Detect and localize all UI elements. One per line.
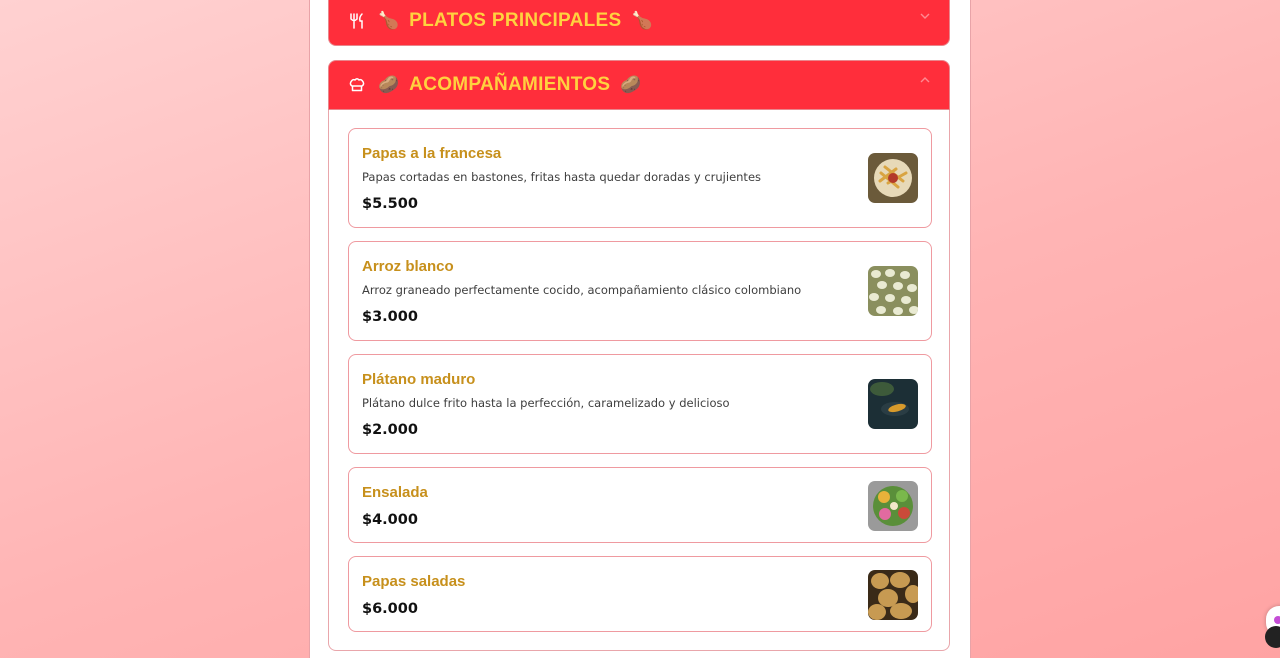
menu-item[interactable]: Ensalada $4.000 bbox=[348, 467, 932, 543]
section-body-acompanamientos: Papas a la francesa Papas cortadas en ba… bbox=[328, 110, 950, 651]
salted-potatoes-image bbox=[868, 570, 918, 620]
menu-item[interactable]: Plátano maduro Plátano dulce frito hasta… bbox=[348, 354, 932, 454]
item-description: Plátano dulce frito hasta la perfección,… bbox=[362, 396, 730, 410]
item-price: $4.000 bbox=[362, 512, 418, 528]
menu-item[interactable]: Papas a la francesa Papas cortadas en ba… bbox=[348, 128, 932, 228]
chevron-up-icon[interactable] bbox=[920, 75, 930, 85]
item-name: Plátano maduro bbox=[362, 371, 476, 388]
potato-emoji-icon: 🥔 bbox=[378, 74, 400, 95]
section-title: PLATOS PRINCIPALES bbox=[409, 10, 622, 31]
drumstick-emoji-icon: 🍗 bbox=[631, 10, 653, 31]
item-name: Ensalada bbox=[362, 484, 428, 501]
item-price: $2.000 bbox=[362, 422, 418, 438]
section-header-acompanamientos[interactable]: 🥔 ACOMPAÑAMIENTOS 🥔 bbox=[328, 60, 950, 110]
item-name: Papas saladas bbox=[362, 573, 466, 590]
chef-hat-icon bbox=[348, 76, 366, 94]
item-name: Papas a la francesa bbox=[362, 145, 502, 162]
salad-image bbox=[868, 481, 918, 531]
item-description: Arroz graneado perfectamente cocido, aco… bbox=[362, 283, 802, 297]
menu-item[interactable]: Papas saladas $6.000 bbox=[348, 556, 932, 632]
item-name: Arroz blanco bbox=[362, 258, 454, 275]
floating-action-button[interactable] bbox=[1265, 626, 1280, 648]
item-price: $5.500 bbox=[362, 196, 418, 212]
fork-knife-icon bbox=[348, 12, 366, 30]
chevron-down-icon[interactable] bbox=[920, 11, 930, 21]
drumstick-emoji-icon: 🍗 bbox=[378, 10, 400, 31]
french-fries-image bbox=[868, 153, 918, 203]
item-price: $3.000 bbox=[362, 309, 418, 325]
section-title: ACOMPAÑAMIENTOS bbox=[409, 74, 611, 95]
white-rice-image bbox=[868, 266, 918, 316]
menu-item[interactable]: Arroz blanco Arroz graneado perfectament… bbox=[348, 241, 932, 341]
item-price: $6.000 bbox=[362, 601, 418, 617]
chat-icon bbox=[1274, 616, 1280, 624]
fried-plantain-image bbox=[868, 379, 918, 429]
item-description: Papas cortadas en bastones, fritas hasta… bbox=[362, 170, 762, 184]
potato-emoji-icon: 🥔 bbox=[620, 74, 642, 95]
section-header-platos-principales[interactable]: 🍗 PLATOS PRINCIPALES 🍗 bbox=[328, 0, 950, 46]
menu-page: 🍗 PLATOS PRINCIPALES 🍗 🥔 ACOMPAÑAMIENTOS… bbox=[309, 0, 971, 658]
